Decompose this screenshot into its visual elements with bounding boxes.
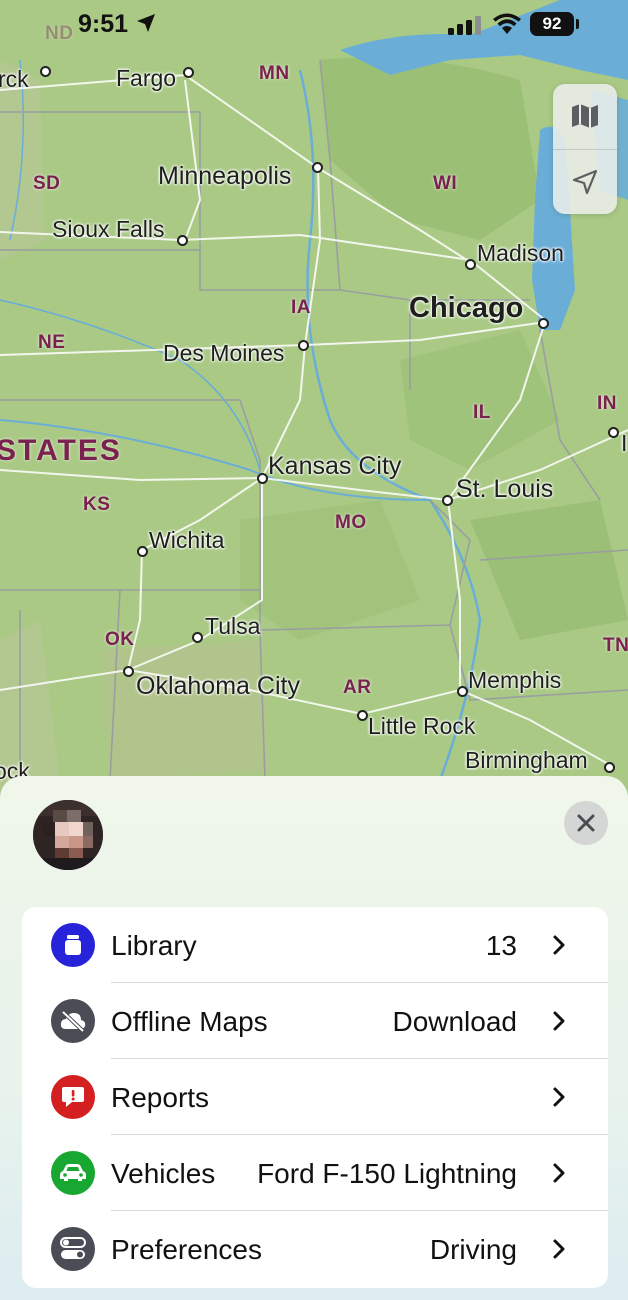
state-label-ks: KS [83,494,111,515]
menu-row-library[interactable]: Library 13 [22,907,608,983]
city-label-fargo[interactable]: Fargo [116,67,176,90]
preferences-label: Preferences [111,1234,262,1265]
map-controls [553,84,617,214]
city-dot [123,666,134,677]
city-label-minneapolis[interactable]: Minneapolis [158,164,291,189]
bottom-sheet: Library 13 Offline Maps Download Reports… [0,776,628,1300]
city-label-partial-rck[interactable]: rck [0,68,29,91]
battery-cap [576,19,579,29]
map-icon [572,104,598,128]
location-services-icon [137,14,155,32]
vehicles-value: Ford F-150 Lightning [257,1158,517,1189]
city-dot [183,67,194,78]
preferences-value: Driving [429,1234,517,1265]
city-dot [298,340,309,351]
city-label-birmingham[interactable]: Birmingham [465,749,588,772]
city-label-chicago[interactable]: Chicago [409,294,523,323]
city-dot [538,318,549,329]
city-label-wichita[interactable]: Wichita [149,529,224,552]
city-label-tulsa[interactable]: Tulsa [205,615,260,638]
city-dot [192,632,203,643]
car-icon [51,1151,95,1195]
city-label-des-moines[interactable]: Des Moines [163,342,284,365]
current-location-button[interactable] [553,150,617,214]
state-label-in: IN [597,393,617,414]
state-label-mn: MN [259,63,290,84]
chevron-right-icon [553,1163,565,1183]
avatar[interactable] [33,800,103,870]
city-label-little-rock[interactable]: Little Rock [368,715,475,738]
city-dot [40,66,51,77]
city-dot [177,235,188,246]
status-time: 9:51 [78,10,129,38]
chevron-right-icon [553,1239,565,1259]
close-icon [577,814,595,832]
wifi-icon [493,13,521,34]
city-dot [465,259,476,270]
offline-maps-value: Download [392,1006,517,1037]
map-view[interactable]: MN SD WI IA NE IL IN KS MO OK AR TN ND S… [0,0,628,800]
state-label-tn: TN [603,635,628,656]
chevron-right-icon [553,1087,565,1107]
menu-row-offline-maps[interactable]: Offline Maps Download [22,983,608,1059]
city-dot [604,762,615,773]
city-dot [312,162,323,173]
city-label-st-louis[interactable]: St. Louis [456,477,553,502]
menu-row-reports[interactable]: Reports [22,1059,608,1135]
reports-icon [51,1075,95,1119]
state-label-mo: MO [335,512,367,533]
city-label-partial-i[interactable]: I [621,432,627,455]
offline-maps-label: Offline Maps [111,1006,268,1037]
toggle-icon [51,1227,95,1271]
menu-row-preferences[interactable]: Preferences Driving [22,1211,608,1287]
state-label-ne: NE [38,332,66,353]
city-dot [608,427,619,438]
library-label: Library [111,930,197,961]
account-menu-list: Library 13 Offline Maps Download Reports… [22,907,608,1288]
state-label-ia: IA [291,297,311,318]
offline-maps-icon [51,999,95,1043]
city-label-memphis[interactable]: Memphis [468,669,561,692]
vehicles-label: Vehicles [111,1158,216,1189]
city-dot [137,546,148,557]
battery-icon: 92 [530,12,574,36]
city-dot [257,473,268,484]
status-bar: 9:51 92 [0,0,628,50]
city-dot [457,686,468,697]
state-label-ok: OK [105,629,135,650]
country-label: STATES [0,434,122,467]
city-label-kansas-city[interactable]: Kansas City [268,454,401,479]
city-label-oklahoma-city[interactable]: Oklahoma City [136,674,300,699]
state-label-il: IL [473,402,491,423]
chevron-right-icon [553,935,565,955]
avatar-pixelated-image [33,800,103,870]
location-arrow-icon [572,169,598,195]
city-label-sioux-falls[interactable]: Sioux Falls [52,218,164,241]
cellular-signal-icon [448,16,481,35]
city-dot [442,495,453,506]
library-count: 13 [485,930,517,961]
chevron-right-icon [553,1011,565,1031]
map-mode-button[interactable] [553,84,617,148]
state-label-sd: SD [33,173,61,194]
city-label-madison[interactable]: Madison [477,242,564,265]
reports-label: Reports [111,1082,210,1113]
menu-row-vehicles[interactable]: Vehicles Ford F-150 Lightning [22,1135,608,1211]
library-icon [51,923,95,967]
close-button[interactable] [564,801,608,845]
state-label-ar: AR [343,677,372,698]
state-label-wi: WI [433,173,458,194]
city-dot [357,710,368,721]
battery-level: 92 [542,14,562,33]
